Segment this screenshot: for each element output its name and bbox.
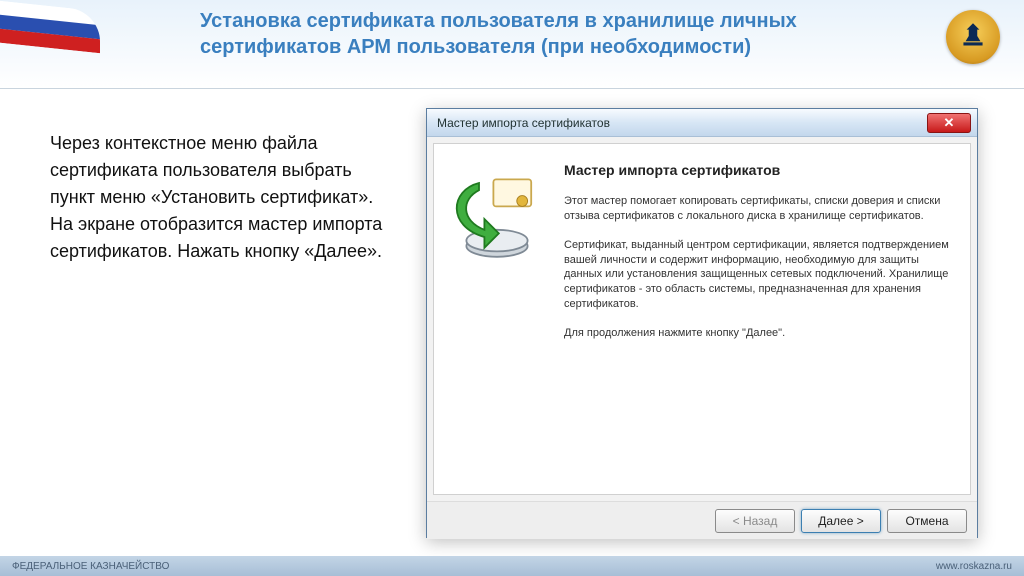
certificate-import-wizard-dialog: Мастер импорта сертификатов ✕ Мастер имп…: [426, 108, 978, 538]
footer: ФЕДЕРАЛЬНОЕ КАЗНАЧЕЙСТВО www.roskazna.ru: [0, 556, 1024, 576]
treasury-emblem-icon: [946, 10, 1000, 64]
cancel-button[interactable]: Отмена: [887, 509, 967, 533]
close-icon: ✕: [944, 115, 955, 131]
certificate-import-icon: [452, 174, 542, 264]
footer-left: ФЕДЕРАЛЬНОЕ КАЗНАЧЕЙСТВО: [12, 561, 169, 572]
dialog-window-title: Мастер импорта сертификатов: [437, 116, 610, 130]
header-divider: [0, 88, 1024, 89]
slide-body-text: Через контекстное меню файла сертификата…: [50, 130, 400, 265]
dialog-paragraph-2: Сертификат, выданный центром сертификаци…: [564, 238, 950, 312]
close-button[interactable]: ✕: [927, 113, 971, 133]
footer-right: www.roskazna.ru: [936, 561, 1012, 572]
dialog-button-row: < Назад Далее > Отмена: [427, 501, 977, 539]
next-button[interactable]: Далее >: [801, 509, 881, 533]
back-button: < Назад: [715, 509, 795, 533]
dialog-titlebar: Мастер импорта сертификатов ✕: [427, 109, 977, 137]
dialog-heading: Мастер импорта сертификатов: [564, 162, 950, 178]
dialog-body: Мастер импорта сертификатов Этот мастер …: [433, 143, 971, 495]
slide-title: Установка сертификата пользователя в хра…: [200, 8, 840, 60]
dialog-paragraph-1: Этот мастер помогает копировать сертифик…: [564, 194, 950, 224]
dialog-paragraph-3: Для продолжения нажмите кнопку "Далее".: [564, 326, 950, 341]
